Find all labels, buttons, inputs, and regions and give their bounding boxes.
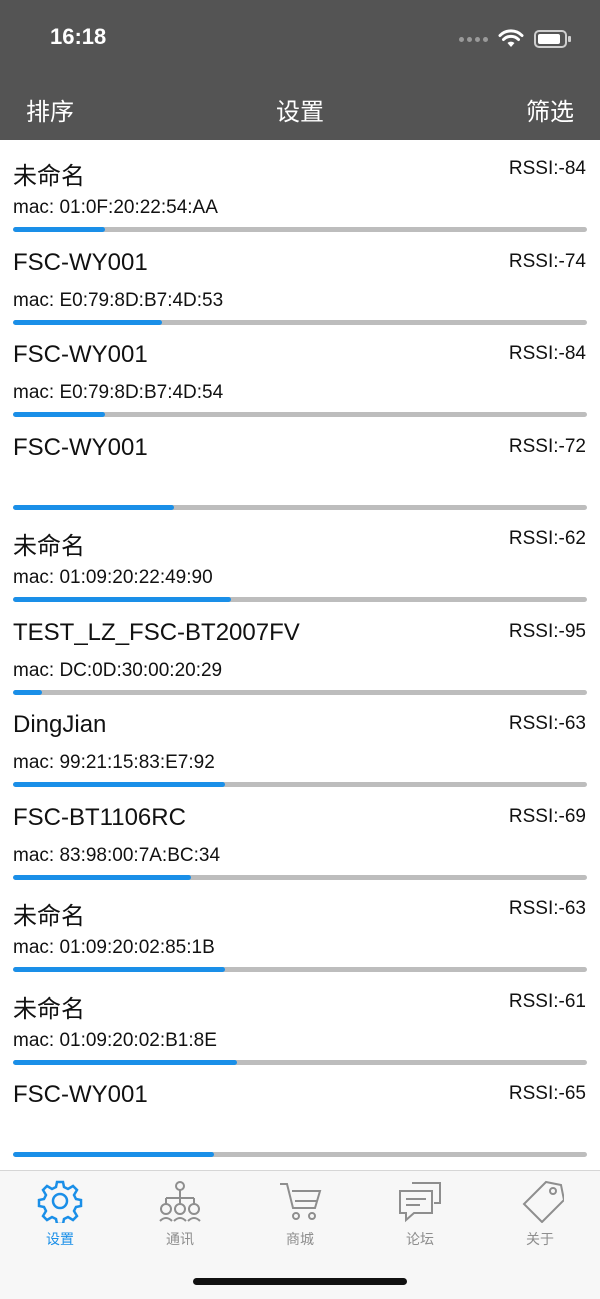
tab-label: 论坛 xyxy=(406,1232,434,1248)
cart-icon xyxy=(280,1183,322,1220)
device-name: FSC-WY001 xyxy=(13,433,148,461)
device-name: TEST_LZ_FSC-BT2007FV xyxy=(13,618,300,646)
home-indicator[interactable] xyxy=(193,1278,407,1285)
tab-label: 关于 xyxy=(526,1232,554,1248)
rssi-value: RSSI:-74 xyxy=(508,250,586,272)
tag-icon xyxy=(522,1180,564,1223)
signal-bar-fill xyxy=(13,227,105,232)
rssi-value: RSSI:-63 xyxy=(508,898,586,919)
device-row[interactable]: 未命名 RSSI:-61 mac: 01:09:20:02:B1:8E xyxy=(0,973,600,1066)
rssi-value: RSSI:-63 xyxy=(508,713,586,734)
signal-bar xyxy=(13,874,587,880)
device-row[interactable]: 未命名 RSSI:-63 mac: 01:09:20:02:85:1B xyxy=(0,880,600,973)
mac-address: mac: 01:09:20:22:49:90 xyxy=(13,567,213,588)
device-row[interactable]: FSC-WY001 RSSI:-74 mac: E0:79:8D:B7:4D:5… xyxy=(0,233,600,326)
tab-label: 设置 xyxy=(46,1232,74,1248)
signal-bar-fill xyxy=(13,874,191,880)
page-title: 设置 xyxy=(276,98,324,126)
signal-bar-fill xyxy=(13,782,226,787)
device-name: DingJian xyxy=(13,711,107,738)
rssi-value: RSSI:-72 xyxy=(508,435,586,457)
signal-bar xyxy=(13,1059,587,1065)
wifi-icon xyxy=(498,29,524,47)
device-name: FSC-WY001 xyxy=(13,1081,148,1108)
signal-bar-fill xyxy=(13,1059,237,1065)
mac-address: mac: 99:21:15:83:E7:92 xyxy=(13,752,215,773)
rssi-value: RSSI:-65 xyxy=(508,1083,586,1104)
top-header: 16:18 排序 设置 筛选 xyxy=(0,0,600,140)
signal-bar-fill xyxy=(13,597,232,602)
mac-address: mac: E0:79:8D:B7:4D:53 xyxy=(13,289,224,311)
signal-bar xyxy=(13,967,587,972)
status-time: 16:18 xyxy=(50,24,107,49)
cellular-signal-icon xyxy=(459,36,488,42)
tab-store[interactable]: 商城 xyxy=(240,1179,360,1249)
signal-bar-fill xyxy=(13,1152,214,1157)
device-row[interactable]: TEST_LZ_FSC-BT2007FV RSSI:-95 mac: DC:0D… xyxy=(0,603,600,696)
device-name: FSC-WY001 xyxy=(13,248,148,276)
signal-bar xyxy=(13,227,587,232)
signal-bar xyxy=(13,597,587,602)
tab-label: 通讯 xyxy=(166,1232,194,1248)
device-row[interactable]: 未命名 RSSI:-62 mac: 01:09:20:22:49:90 xyxy=(0,510,600,603)
signal-bar-fill xyxy=(13,689,42,695)
tab-forum[interactable]: 论坛 xyxy=(360,1179,480,1249)
rssi-value: RSSI:-84 xyxy=(508,158,586,179)
network-tree-icon xyxy=(159,1181,201,1222)
filter-button[interactable]: 筛选 xyxy=(526,92,574,127)
device-list[interactable]: 未命名 RSSI:-84 mac: 01:0F:20:22:54:AA FSC-… xyxy=(0,140,600,1170)
rssi-value: RSSI:-62 xyxy=(508,528,586,549)
chat-bubbles-icon xyxy=(399,1182,441,1223)
signal-bar xyxy=(13,782,587,787)
rssi-value: RSSI:-84 xyxy=(508,343,586,364)
device-row[interactable]: DingJian RSSI:-63 mac: 99:21:15:83:E7:92 xyxy=(0,695,600,788)
signal-bar xyxy=(13,1152,587,1157)
signal-bar xyxy=(13,689,587,695)
device-name: 未命名 xyxy=(13,903,85,930)
signal-bar xyxy=(13,504,587,510)
device-row[interactable]: FSC-WY001 RSSI:-72 xyxy=(0,418,600,511)
signal-bar xyxy=(13,319,587,325)
mac-address: mac: DC:0D:30:00:20:29 xyxy=(13,659,223,681)
device-name: 未命名 xyxy=(13,533,85,560)
tab-settings[interactable]: 设置 xyxy=(0,1179,120,1249)
signal-bar-fill xyxy=(13,412,105,417)
signal-bar-fill xyxy=(13,504,174,510)
tab-communication[interactable]: 通讯 xyxy=(120,1179,240,1249)
device-row[interactable]: 未命名 RSSI:-84 mac: 01:0F:20:22:54:AA xyxy=(0,140,600,233)
rssi-value: RSSI:-69 xyxy=(508,805,586,827)
gear-icon xyxy=(37,1180,83,1223)
device-name: 未命名 xyxy=(13,995,85,1023)
mac-address: mac: 83:98:00:7A:BC:34 xyxy=(13,844,221,866)
signal-bar xyxy=(13,412,587,417)
mac-address: mac: 01:09:20:02:85:1B xyxy=(13,937,215,958)
signal-bar-fill xyxy=(13,319,163,325)
device-row[interactable]: FSC-WY001 RSSI:-84 mac: E0:79:8D:B7:4D:5… xyxy=(0,325,600,418)
device-row[interactable]: FSC-WY001 RSSI:-65 xyxy=(0,1065,600,1158)
rssi-value: RSSI:-95 xyxy=(508,620,586,642)
mac-address: mac: 01:0F:20:22:54:AA xyxy=(13,197,218,218)
tab-label: 商城 xyxy=(286,1232,314,1248)
device-name: FSC-BT1106RC xyxy=(13,803,186,831)
mac-address: mac: 01:09:20:02:B1:8E xyxy=(13,1029,217,1051)
mac-address: mac: E0:79:8D:B7:4D:54 xyxy=(13,382,224,403)
tab-about[interactable]: 关于 xyxy=(480,1179,600,1249)
status-icons xyxy=(459,26,572,52)
rssi-value: RSSI:-61 xyxy=(508,990,586,1012)
battery-icon xyxy=(534,30,571,48)
signal-bar-fill xyxy=(13,967,226,972)
device-row[interactable]: FSC-BT1106RC RSSI:-69 mac: 83:98:00:7A:B… xyxy=(0,788,600,881)
device-name: 未命名 xyxy=(13,163,85,190)
device-name: FSC-WY001 xyxy=(13,341,148,368)
